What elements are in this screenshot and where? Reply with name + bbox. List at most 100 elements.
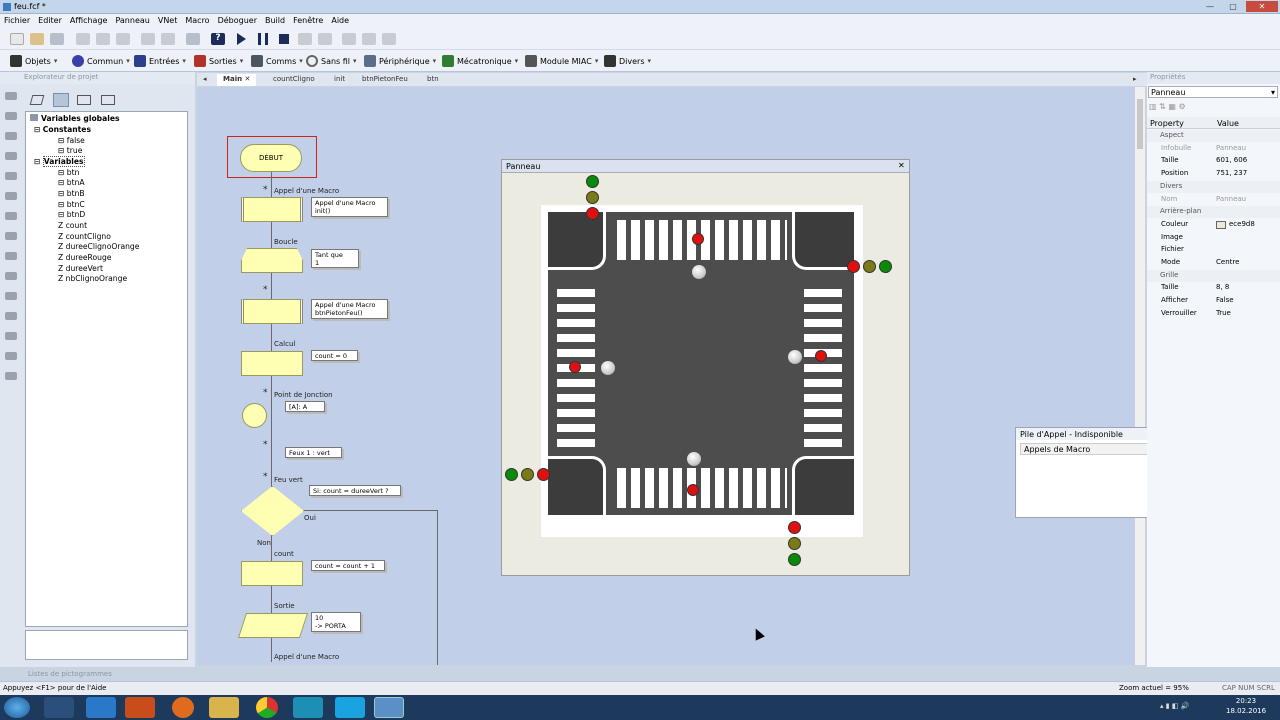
property-row[interactable]: Taille 601, 606 bbox=[1147, 155, 1280, 167]
property-section[interactable]: Arrière-plan bbox=[1147, 206, 1280, 219]
clock-time[interactable]: 20:23 bbox=[1226, 697, 1266, 705]
tree-item-var[interactable]: ⊟ btnC bbox=[58, 200, 85, 210]
step-out-icon[interactable] bbox=[342, 33, 356, 45]
vertical-scrollbar[interactable] bbox=[1135, 87, 1145, 665]
color-swatch[interactable] bbox=[1216, 220, 1226, 229]
media-player-icon[interactable] bbox=[125, 697, 155, 718]
print-icon[interactable] bbox=[186, 33, 200, 45]
explorer-icon[interactable] bbox=[209, 697, 239, 718]
stop-icon[interactable] bbox=[279, 34, 289, 44]
undo-icon[interactable] bbox=[141, 33, 155, 45]
menu-macro[interactable]: Macro bbox=[181, 14, 213, 25]
tool-icon[interactable] bbox=[5, 352, 17, 360]
menu-aide[interactable]: Aide bbox=[327, 14, 353, 25]
start-terminal[interactable]: DÉBUT bbox=[240, 144, 302, 172]
help-icon[interactable]: ? bbox=[211, 33, 225, 45]
property-section[interactable]: Divers bbox=[1147, 180, 1280, 193]
open-folder-icon[interactable] bbox=[30, 33, 44, 45]
property-row[interactable]: Fichier bbox=[1147, 244, 1280, 256]
save-icon[interactable] bbox=[50, 33, 64, 45]
tree-item-true[interactable]: ⊟ true bbox=[58, 146, 82, 156]
maximize-icon[interactable]: ▢ bbox=[1223, 1, 1243, 12]
tree-item-var[interactable]: Z countCligno bbox=[58, 232, 111, 242]
tab-init[interactable]: init bbox=[328, 74, 351, 86]
taskbar-app-icon[interactable] bbox=[44, 697, 74, 718]
copy-icon[interactable] bbox=[96, 33, 110, 45]
property-row[interactable]: Verrouiller True bbox=[1147, 308, 1280, 320]
tool-icon[interactable] bbox=[5, 272, 17, 280]
property-row[interactable]: Afficher False bbox=[1147, 295, 1280, 307]
tree-item-var[interactable]: Z dureeClignoOrange bbox=[58, 242, 139, 252]
tree-item-var[interactable]: ⊟ btn bbox=[58, 168, 79, 178]
output-block[interactable] bbox=[237, 613, 309, 638]
macro-call-block[interactable] bbox=[241, 197, 303, 222]
commun-button[interactable]: Commun ▾ bbox=[72, 54, 130, 68]
tree-item-var[interactable]: Z dureeVert bbox=[58, 264, 103, 274]
minimize-icon[interactable]: — bbox=[1200, 1, 1220, 12]
breakpoint-icon[interactable] bbox=[362, 33, 376, 45]
loop-block[interactable] bbox=[241, 248, 303, 273]
tray-icons[interactable]: ▴ ▮ ◧ 🔊 bbox=[1160, 702, 1189, 710]
tool-icon[interactable] bbox=[5, 332, 17, 340]
close-tab-icon[interactable]: ✕ bbox=[245, 75, 251, 83]
property-row[interactable]: Taille 8, 8 bbox=[1147, 282, 1280, 294]
macro-call-block[interactable] bbox=[241, 299, 303, 324]
calculation-block[interactable] bbox=[241, 561, 303, 586]
debug-tool-icon[interactable] bbox=[382, 33, 396, 45]
menu-build[interactable]: Build bbox=[261, 14, 289, 25]
menu-editer[interactable]: Editer bbox=[34, 14, 66, 25]
run-icon[interactable] bbox=[237, 33, 246, 45]
property-row[interactable]: Image bbox=[1147, 232, 1280, 244]
pause-icon[interactable] bbox=[258, 33, 268, 45]
tree-root-globals[interactable]: Variables globales bbox=[30, 114, 120, 124]
tab-countcligno[interactable]: countCligno bbox=[267, 74, 321, 86]
objets-button[interactable]: Objets ▾ bbox=[10, 54, 57, 68]
tool-icon[interactable] bbox=[5, 292, 17, 300]
tree-item-false[interactable]: ⊟ false bbox=[58, 136, 85, 146]
property-section[interactable]: Aspect bbox=[1147, 130, 1280, 142]
tool-icon[interactable] bbox=[5, 92, 17, 100]
tab-btn[interactable]: btn bbox=[421, 74, 445, 86]
calculation-block[interactable] bbox=[241, 351, 303, 376]
menu-fichier[interactable]: Fichier bbox=[0, 14, 34, 25]
peripherique-button[interactable]: Périphérique ▾ bbox=[364, 54, 436, 68]
menu-vnet[interactable]: VNet bbox=[154, 14, 182, 25]
property-section[interactable]: Grille bbox=[1147, 269, 1280, 282]
tree-item-var[interactable]: ⊟ btnB bbox=[58, 189, 85, 199]
scrollbar-thumb[interactable] bbox=[1137, 99, 1143, 149]
new-file-icon[interactable] bbox=[10, 33, 24, 45]
tool-icon[interactable] bbox=[5, 132, 17, 140]
start-button[interactable] bbox=[4, 697, 30, 718]
ie-icon[interactable] bbox=[86, 697, 116, 718]
tree-item-var[interactable]: ⊟ btnD bbox=[58, 210, 85, 220]
sansfil-button[interactable]: Sans fil ▾ bbox=[306, 54, 357, 68]
cut-icon[interactable] bbox=[76, 33, 90, 45]
pedestrian-button-icon[interactable] bbox=[687, 452, 701, 466]
step-over-icon[interactable] bbox=[318, 33, 332, 45]
tool-icon[interactable] bbox=[5, 192, 17, 200]
chips-view-icon[interactable] bbox=[101, 95, 115, 105]
flowcode-taskbar-icon[interactable] bbox=[374, 697, 404, 718]
tool-icon[interactable] bbox=[5, 212, 17, 220]
entrees-button[interactable]: Entrées ▾ bbox=[134, 54, 186, 68]
tab-main[interactable]: Main ✕ bbox=[217, 74, 257, 86]
tool-icon[interactable] bbox=[5, 152, 17, 160]
tree-item-var[interactable]: Z nbClignoOrange bbox=[58, 274, 127, 284]
property-row[interactable]: Couleur ece9d8 bbox=[1147, 219, 1280, 231]
tree-node-constantes[interactable]: ⊟ Constantes bbox=[34, 125, 91, 135]
menu-fenetre[interactable]: Fenêtre bbox=[289, 14, 327, 25]
pedestrian-button-icon[interactable] bbox=[692, 265, 706, 279]
tool-icon[interactable] bbox=[5, 172, 17, 180]
macro-view-icon[interactable] bbox=[29, 95, 45, 105]
tree-item-var[interactable]: ⊟ btnA bbox=[58, 178, 85, 188]
mecatronique-button[interactable]: Mécatronique ▾ bbox=[442, 54, 518, 68]
redo-icon[interactable] bbox=[161, 33, 175, 45]
menu-panneau[interactable]: Panneau bbox=[111, 14, 153, 25]
tab-btnpietonfeu[interactable]: btnPietonFeu bbox=[356, 74, 414, 86]
variables-view-icon[interactable] bbox=[53, 93, 69, 107]
tool-icon[interactable] bbox=[5, 312, 17, 320]
taskbar-app-icon[interactable] bbox=[293, 697, 323, 718]
object-selector[interactable]: Panneau ▾ bbox=[1148, 86, 1278, 98]
tool-icon[interactable] bbox=[5, 112, 17, 120]
tab-scroll-right-icon[interactable]: ▸ bbox=[1127, 74, 1143, 86]
